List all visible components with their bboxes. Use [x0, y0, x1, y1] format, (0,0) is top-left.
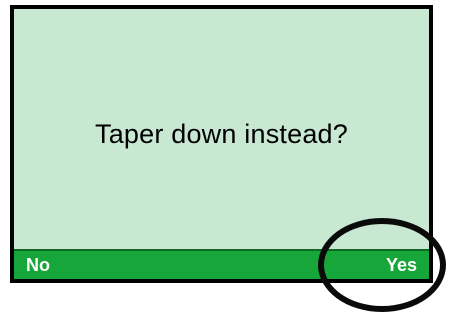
device-frame: Taper down instead? No Yes — [0, 0, 451, 317]
device-screen: Taper down instead? No Yes — [10, 5, 433, 283]
softkey-bar: No Yes — [14, 249, 429, 279]
no-softkey-button[interactable]: No — [26, 251, 50, 279]
yes-softkey-button[interactable]: Yes — [386, 251, 417, 279]
dialog-prompt: Taper down instead? — [95, 118, 348, 149]
prompt-area: Taper down instead? — [14, 9, 429, 253]
